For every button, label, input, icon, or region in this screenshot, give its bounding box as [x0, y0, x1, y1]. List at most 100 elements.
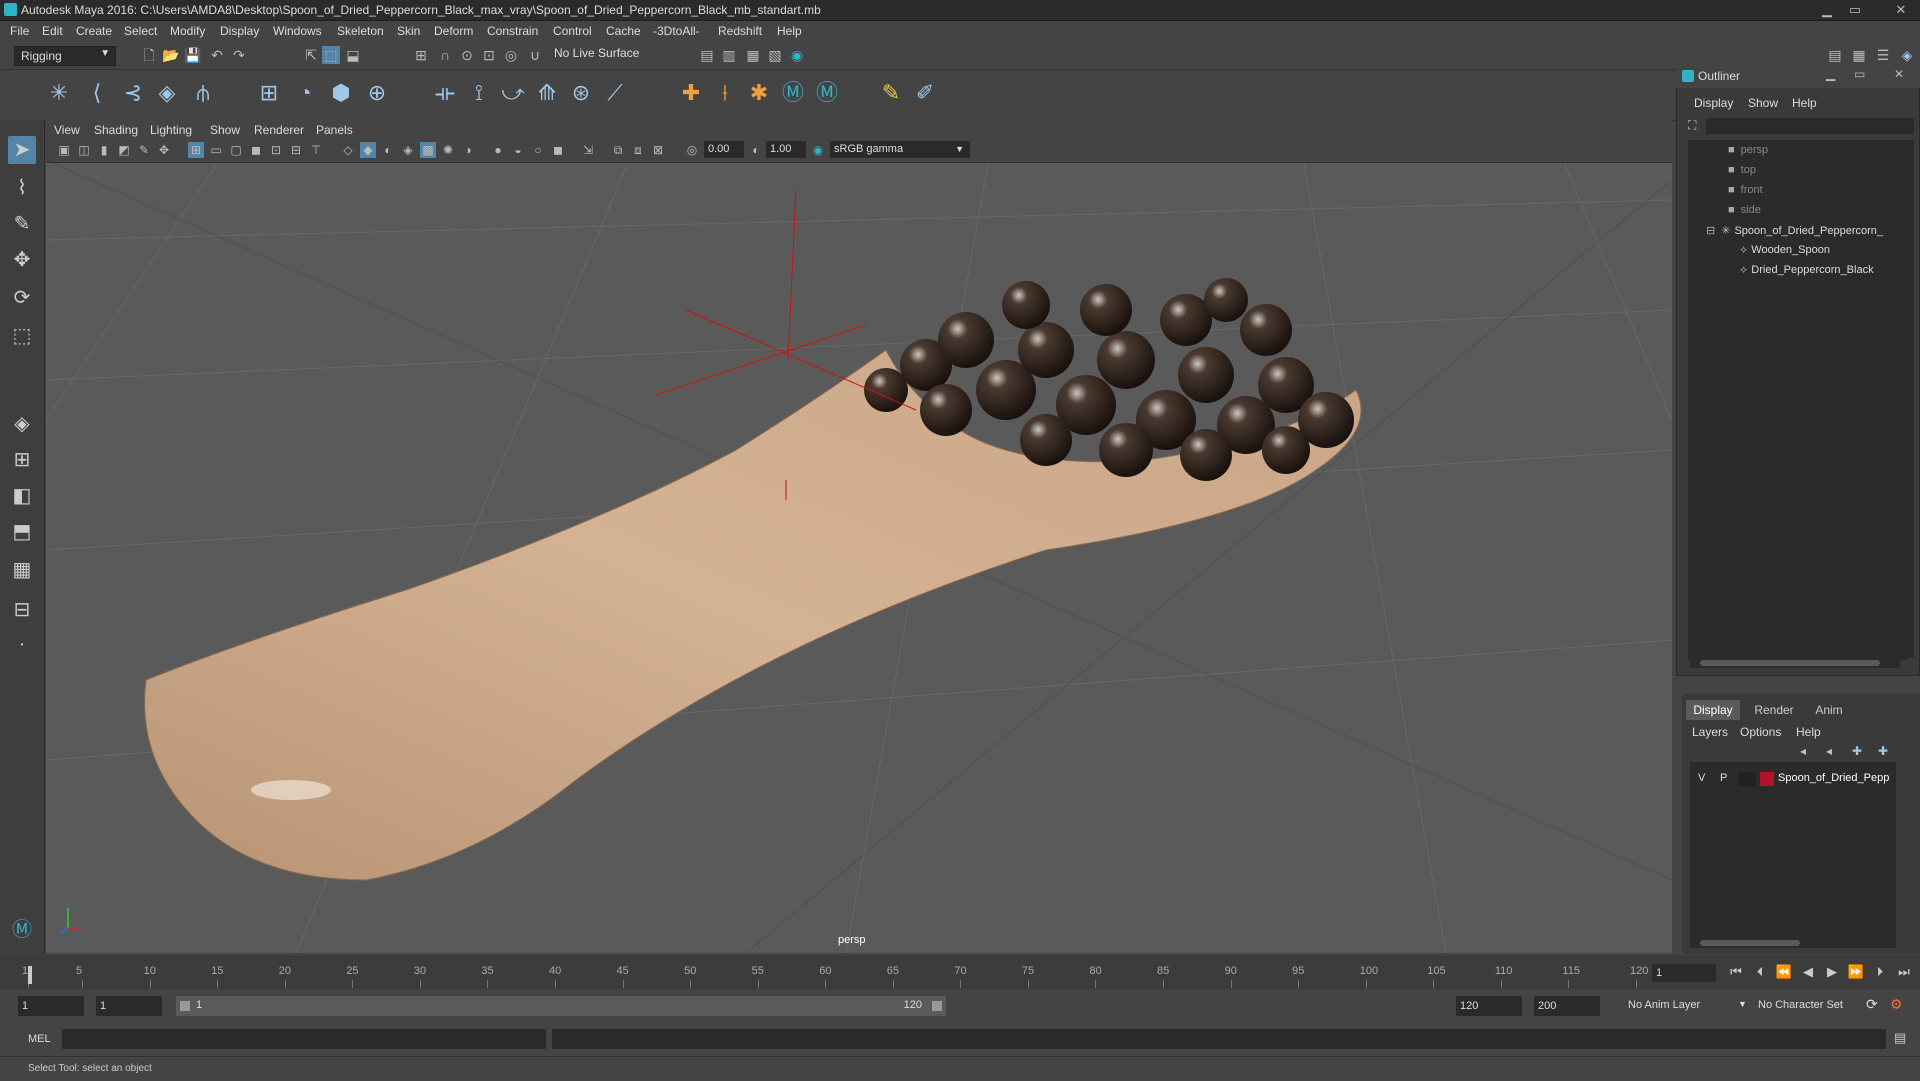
maximize-button[interactable]: ▭ [1844, 1, 1866, 18]
xray-components-icon[interactable]: ⊠ [650, 142, 666, 158]
new-layer-icon[interactable]: ✚ [1852, 744, 1862, 758]
redo-icon[interactable]: ↷ [230, 46, 248, 64]
depth-of-field-icon[interactable]: ◼ [550, 142, 566, 158]
layer-menu-layers[interactable]: Layers [1692, 725, 1728, 739]
close-button[interactable]: ✕ [1890, 1, 1912, 18]
hypershade-icon[interactable]: ▧ [766, 46, 784, 64]
screen-space-ao-icon[interactable]: ● [490, 142, 506, 158]
collapse-icon[interactable]: ⊟ [1706, 225, 1715, 237]
safe-title-icon[interactable]: ⊤ [308, 142, 324, 158]
channel-box-toggle-icon[interactable]: ☰ [1874, 46, 1892, 64]
vp-menu-panels[interactable]: Panels [316, 123, 353, 137]
vp-menu-lighting[interactable]: Lighting [150, 123, 192, 137]
layer-type-toggle[interactable] [1738, 772, 1756, 786]
use-default-material-icon[interactable]: ◐ [380, 142, 396, 158]
layer-visibility-toggle[interactable]: V [1698, 772, 1705, 784]
paint-tool-icon[interactable]: ✐ [910, 78, 940, 108]
minimize-button[interactable]: ▁ [1816, 1, 1838, 18]
constraint-scale-icon[interactable]: ⟰ [532, 78, 562, 108]
menu-deform[interactable]: Deform [434, 24, 473, 38]
animation-end-field[interactable]: 200 [1534, 996, 1600, 1016]
menu-skeleton[interactable]: Skeleton [337, 24, 384, 38]
save-scene-icon[interactable]: 💾 [184, 46, 202, 64]
camera-attributes-icon[interactable]: ◫ [76, 142, 92, 158]
current-frame-field[interactable]: 1 [1652, 964, 1716, 982]
xray-joints-icon[interactable]: ⧈ [630, 142, 646, 158]
menu-create[interactable]: Create [76, 24, 112, 38]
select-component-icon[interactable]: ⬓ [344, 46, 362, 64]
select-tool-icon[interactable]: ➤ [8, 136, 36, 164]
grid-toggle-icon[interactable]: ⊞ [188, 142, 204, 158]
menu-cache[interactable]: Cache [606, 24, 641, 38]
outliner-item-group[interactable]: ⊟ ✳ Spoon_of_Dried_Peppercorn_ [1706, 224, 1883, 237]
play-backward-button[interactable]: ◀ [1798, 962, 1818, 982]
go-to-start-button[interactable]: ⏮ [1726, 962, 1746, 982]
live-surface-label[interactable]: No Live Surface [554, 46, 664, 64]
field-chart-icon[interactable]: ⊡ [268, 142, 284, 158]
current-time-indicator[interactable] [28, 966, 32, 984]
smooth-bind-icon[interactable]: ⊞ [254, 78, 284, 108]
move-layer-up-icon[interactable]: ◂ [1800, 744, 1806, 758]
ik-spline-icon[interactable]: ⊰ [118, 78, 148, 108]
menu-help[interactable]: Help [777, 24, 802, 38]
exposure-field[interactable]: 0.00 [704, 141, 744, 158]
rotate-tool-icon[interactable]: ⟳ [8, 284, 36, 312]
exposure-icon[interactable]: ◎ [684, 142, 700, 158]
ipr-render-icon[interactable]: ▥ [720, 46, 738, 64]
outliner-layout-icon[interactable]: ▦ [8, 556, 36, 584]
auto-key-icon[interactable]: ⟳ [1866, 996, 1878, 1013]
attribute-editor-toggle-icon[interactable]: ▤ [1826, 46, 1844, 64]
outliner-menu-show[interactable]: Show [1748, 96, 1778, 110]
filter-icon[interactable]: ⛶ [1688, 118, 1702, 134]
stacked-layout-icon[interactable]: ⬒ [8, 518, 36, 546]
view-transform-dropdown[interactable]: sRGB gamma ▼ [830, 141, 970, 158]
layer-name[interactable]: Spoon_of_Dried_Pepp [1778, 772, 1889, 784]
render-frame-icon[interactable]: ▤ [698, 46, 716, 64]
outliner-item-persp[interactable]: ■ persp [1728, 144, 1768, 156]
new-scene-icon[interactable]: 🗋 [140, 46, 158, 64]
outliner-horizontal-scrollbar[interactable] [1690, 658, 1900, 668]
cluster-icon[interactable]: ⊕ [362, 78, 392, 108]
menu-skin[interactable]: Skin [397, 24, 420, 38]
wireframe-icon[interactable]: ◇ [340, 142, 356, 158]
render-settings-icon[interactable]: ▦ [744, 46, 762, 64]
range-slider-start-handle[interactable] [180, 1001, 190, 1011]
vp-menu-show[interactable]: Show [210, 123, 240, 137]
grease-pencil-icon[interactable]: ✎ [136, 142, 152, 158]
playback-start-field[interactable]: 1 [96, 996, 162, 1016]
scrollbar-thumb[interactable] [1700, 660, 1880, 666]
menu-constrain[interactable]: Constrain [487, 24, 538, 38]
anti-aliasing-icon[interactable]: ○ [530, 142, 546, 158]
menu-redshift[interactable]: Redshift [718, 24, 762, 38]
motion-blur-icon[interactable]: ◒ [510, 142, 526, 158]
outliner-item-wooden-spoon[interactable]: ⟡ Wooden_Spoon [1740, 244, 1830, 257]
outliner-close-button[interactable]: ✕ [1894, 67, 1904, 81]
tool-settings-toggle-icon[interactable]: ▦ [1850, 46, 1868, 64]
menu-edit[interactable]: Edit [42, 24, 63, 38]
scrollbar-thumb[interactable] [1700, 940, 1800, 946]
layer-menu-help[interactable]: Help [1796, 725, 1821, 739]
menu-set-dropdown[interactable]: Rigging ▼ [14, 46, 116, 66]
preferences-icon[interactable]: ⚙ [1890, 996, 1903, 1013]
select-object-icon[interactable]: ⬚ [322, 46, 340, 64]
redshift-render-icon[interactable]: ◉ [788, 46, 806, 64]
graph-layout-icon[interactable]: ⊟ [8, 596, 36, 624]
shadows-icon[interactable]: ◑ [460, 142, 476, 158]
hik-skeleton-icon[interactable]: ✱ [744, 78, 774, 108]
hik-control-icon[interactable]: Ⓜ [812, 78, 842, 108]
paint-weights-icon[interactable]: ◔ [290, 78, 320, 108]
four-view-layout-icon[interactable]: ⊞ [8, 446, 36, 474]
gate-mask-icon[interactable]: ◼ [248, 142, 264, 158]
joint-tool-icon[interactable]: ✳ [44, 78, 74, 108]
step-back-frame-button[interactable]: ⏴ [1750, 962, 1770, 982]
play-forward-button[interactable]: ▶ [1822, 962, 1842, 982]
gamma-icon[interactable]: ◐ [748, 142, 764, 158]
tab-anim[interactable]: Anim [1806, 700, 1852, 720]
character-set-dropdown[interactable]: No Character Set [1758, 999, 1843, 1011]
constraint-orient-icon[interactable]: ⤻ [498, 78, 528, 108]
character-set-icon[interactable]: ✎ [876, 78, 906, 108]
outliner-maximize-button[interactable]: ▭ [1854, 67, 1865, 81]
layout-toggle-icon[interactable]: ◈ [1898, 46, 1916, 64]
resolution-gate-icon[interactable]: ▢ [228, 142, 244, 158]
outliner-minimize-button[interactable]: ▁ [1826, 67, 1835, 81]
